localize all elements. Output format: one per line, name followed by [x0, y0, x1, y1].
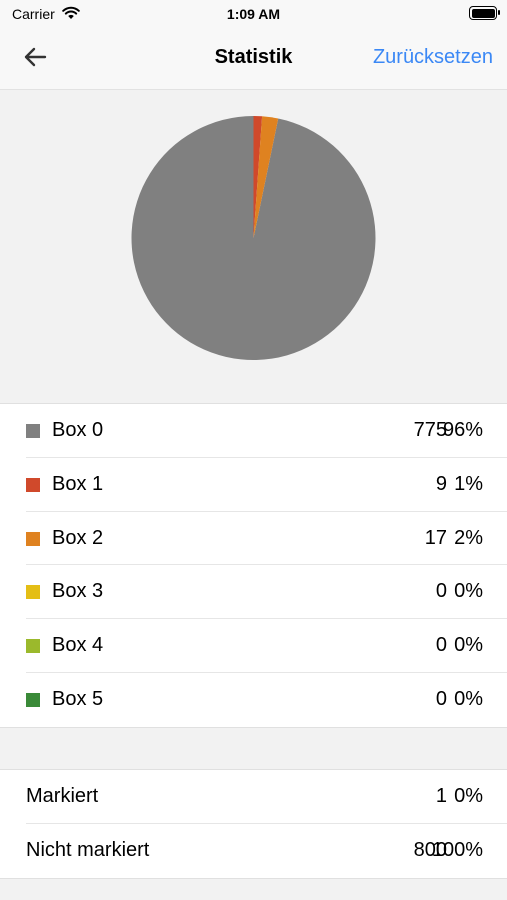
box-label: Box 2: [52, 526, 104, 549]
box-percent: 0%: [454, 580, 483, 603]
mark-list: Markiert 1 0% Nicht markiert 800 100%: [0, 769, 507, 879]
list-item: Box 5 0 0%: [26, 673, 507, 727]
mark-label: Nicht markiert: [26, 838, 150, 861]
box-percent: 96%: [442, 419, 483, 441]
color-swatch: [26, 692, 40, 707]
box-count: 0: [435, 634, 447, 657]
list-item: Box 2 17 2%: [26, 512, 507, 566]
color-swatch: [26, 424, 40, 438]
reset-button[interactable]: Zurücksetzen: [373, 46, 493, 69]
box-count: 0: [435, 580, 447, 603]
mark-percent: 0%: [454, 785, 483, 807]
box-count: 17: [424, 526, 447, 549]
color-swatch: [26, 639, 40, 654]
mark-percent: 100%: [431, 838, 483, 861]
battery-icon: [469, 6, 500, 20]
list-item: Nicht markiert 800 100%: [26, 824, 507, 878]
list-item: Markiert 1 0%: [26, 770, 507, 824]
box-list: Box 0 775 96% Box 1 9 1% Box 2 17 2% Box 3 0 0% Box …: [0, 403, 507, 728]
box-label: Box 3: [52, 580, 104, 603]
list-item: Box 4 0 0%: [26, 619, 507, 673]
box-count: 0: [435, 687, 447, 710]
status-bar: Carrier 1:09 AM: [0, 0, 507, 28]
navigation-bar: Statistik Zurücksetzen: [0, 28, 507, 90]
box-label: Box 0: [52, 419, 104, 441]
list-item: Box 0 775 96%: [26, 404, 507, 458]
box-label: Box 4: [52, 634, 104, 657]
status-time: 1:09 AM: [226, 6, 281, 22]
box-percent: 0%: [454, 634, 483, 657]
box-count: 9: [435, 472, 447, 495]
box-percent: 2%: [454, 526, 483, 549]
box-label: Box 5: [52, 687, 104, 710]
box-percent: 1%: [454, 472, 483, 495]
pie-chart: [0, 91, 507, 403]
mark-count: 1: [435, 785, 447, 807]
box-label: Box 1: [52, 472, 104, 495]
color-swatch: [26, 531, 40, 546]
box-percent: 0%: [454, 687, 483, 710]
color-swatch: [26, 477, 40, 492]
list-item: Box 1 9 1%: [26, 458, 507, 512]
list-item: Box 3 0 0%: [26, 565, 507, 620]
color-swatch: [26, 585, 40, 600]
mark-label: Markiert: [26, 785, 99, 807]
